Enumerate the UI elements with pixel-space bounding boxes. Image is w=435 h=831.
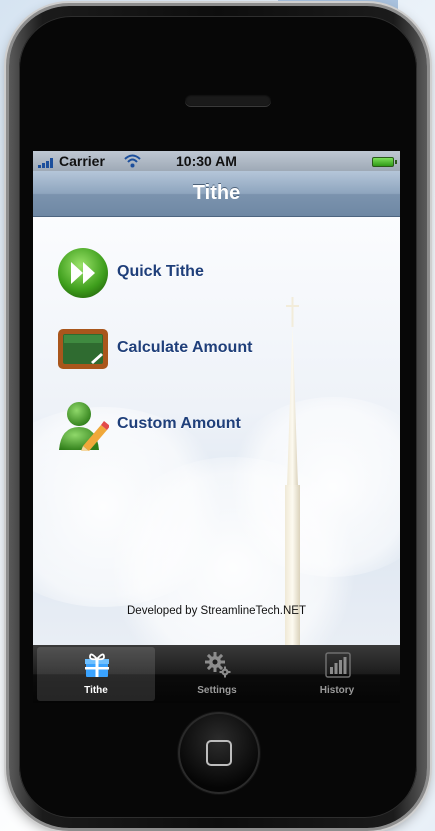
navigation-bar: Tithe xyxy=(33,171,400,217)
fast-forward-icon xyxy=(58,248,108,298)
battery-icon xyxy=(372,157,397,167)
tab-bar: Tithe Settings History xyxy=(33,645,400,703)
user-pencil-icon xyxy=(59,402,109,451)
tab-label: History xyxy=(319,685,355,696)
bar-chart-icon xyxy=(325,652,351,678)
menu-item-label: Quick Tithe xyxy=(117,263,204,280)
phone-screen: Carrier 10:30 AM Tithe Quick Tithe Calcu… xyxy=(33,151,400,703)
chalkboard-icon xyxy=(58,329,108,369)
home-square-icon xyxy=(206,740,232,766)
tab-label: Settings xyxy=(197,685,237,696)
wifi-icon xyxy=(124,154,141,168)
calculate-amount-button[interactable]: Calculate Amount xyxy=(57,323,367,377)
tab-label: Tithe xyxy=(84,685,108,696)
signal-bars-icon xyxy=(38,158,53,168)
page-title: Tithe xyxy=(192,182,241,204)
tab-history[interactable]: History xyxy=(278,647,396,701)
earpiece-speaker xyxy=(185,94,271,106)
carrier-name: Carrier xyxy=(59,153,105,169)
home-button[interactable] xyxy=(178,712,260,794)
menu-item-label: Calculate Amount xyxy=(117,339,253,356)
status-bar: Carrier 10:30 AM xyxy=(33,151,400,171)
developer-credit: Developed by StreamlineTech.NET xyxy=(127,605,306,617)
status-time: 10:30 AM xyxy=(176,153,237,169)
tab-tithe[interactable]: Tithe xyxy=(37,647,155,701)
custom-amount-button[interactable]: Custom Amount xyxy=(57,399,367,453)
menu-item-label: Custom Amount xyxy=(117,415,241,432)
quick-tithe-button[interactable]: Quick Tithe xyxy=(57,247,367,301)
tab-settings[interactable]: Settings xyxy=(158,647,276,701)
main-content: Quick Tithe Calculate Amount Custom Amou… xyxy=(33,217,400,645)
gift-icon xyxy=(85,653,109,677)
gears-icon xyxy=(205,652,231,678)
